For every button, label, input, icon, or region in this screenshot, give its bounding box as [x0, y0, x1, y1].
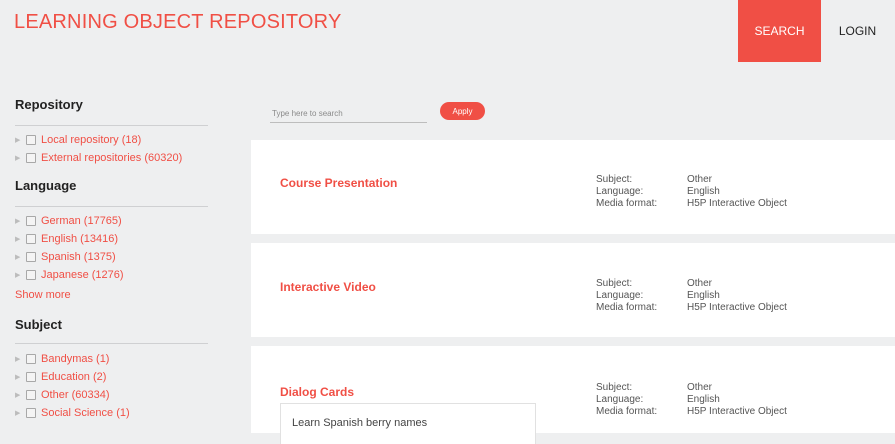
facet-item-label[interactable]: Social Science (1) — [41, 407, 130, 419]
checkbox[interactable] — [26, 354, 36, 364]
result-metadata: Subject: Other Language: English Media f… — [596, 278, 787, 314]
facet-item-label[interactable]: Education (2) — [41, 371, 106, 383]
facet-item-label[interactable]: Other (60334) — [41, 389, 109, 401]
meta-label: Subject: — [596, 278, 633, 289]
search-nav-button[interactable]: SEARCH — [738, 0, 821, 62]
facet-item-bandymas[interactable]: ▶ Bandymas (1) — [15, 351, 109, 367]
facet-item-english[interactable]: ▶ English (13416) — [15, 231, 118, 247]
facet-item-external-repositories[interactable]: ▶ External repositories (60320) — [15, 150, 182, 166]
expand-arrow-icon[interactable]: ▶ — [15, 253, 23, 261]
checkbox[interactable] — [26, 372, 36, 382]
facet-item-social-science[interactable]: ▶ Social Science (1) — [15, 405, 130, 421]
facet-heading-repository: Repository — [15, 97, 83, 112]
checkbox[interactable] — [26, 408, 36, 418]
facet-sidebar: Repository ▶ Local repository (18) ▶ Ext… — [0, 90, 240, 433]
header: LEARNING OBJECT REPOSITORY SEARCH LOGIN — [0, 0, 895, 90]
facet-heading-subject: Subject — [15, 317, 62, 332]
meta-label: Media format: — [596, 198, 658, 209]
facet-item-other[interactable]: ▶ Other (60334) — [15, 387, 109, 403]
facet-item-label[interactable]: German (17765) — [41, 215, 122, 227]
meta-label: Subject: — [596, 174, 633, 185]
facet-item-label[interactable]: External repositories (60320) — [41, 152, 182, 164]
result-metadata: Subject: Other Language: English Media f… — [596, 382, 787, 418]
facet-item-spanish[interactable]: ▶ Spanish (1375) — [15, 249, 116, 265]
expand-arrow-icon[interactable]: ▶ — [15, 373, 23, 381]
facet-item-education[interactable]: ▶ Education (2) — [15, 369, 106, 385]
login-link[interactable]: LOGIN — [830, 0, 885, 62]
expand-arrow-icon[interactable]: ▶ — [15, 271, 23, 279]
facet-item-german[interactable]: ▶ German (17765) — [15, 213, 122, 229]
expand-arrow-icon[interactable]: ▶ — [15, 217, 23, 225]
site-title[interactable]: LEARNING OBJECT REPOSITORY — [14, 11, 342, 34]
meta-value: H5P Interactive Object — [687, 302, 787, 313]
meta-value: Other — [687, 174, 713, 185]
meta-label: Language: — [596, 290, 644, 301]
expand-arrow-icon[interactable]: ▶ — [15, 154, 23, 162]
checkbox[interactable] — [26, 270, 36, 280]
meta-label: Subject: — [596, 382, 633, 393]
meta-label: Language: — [596, 186, 644, 197]
summary-text: Learn Spanish berry names — [292, 417, 428, 429]
facet-item-label[interactable]: English (13416) — [41, 233, 118, 245]
checkbox[interactable] — [26, 234, 36, 244]
meta-value: English — [687, 186, 720, 197]
meta-value: H5P Interactive Object — [687, 198, 787, 209]
apply-button[interactable]: Apply — [440, 102, 485, 120]
facet-item-label[interactable]: Spanish (1375) — [41, 251, 116, 263]
meta-label: Media format: — [596, 302, 658, 313]
result-title[interactable]: Course Presentation — [280, 176, 397, 190]
expand-arrow-icon[interactable]: ▶ — [15, 136, 23, 144]
expand-arrow-icon[interactable]: ▶ — [15, 391, 23, 399]
checkbox[interactable] — [26, 216, 36, 226]
facet-divider — [15, 125, 208, 126]
result-card[interactable]: Course Presentation Subject: Other Langu… — [251, 140, 895, 234]
checkbox[interactable] — [26, 135, 36, 145]
meta-value: English — [687, 394, 720, 405]
facet-item-local-repository[interactable]: ▶ Local repository (18) — [15, 132, 141, 148]
search-input[interactable] — [270, 105, 427, 123]
meta-label: Media format: — [596, 406, 658, 417]
meta-value: Other — [687, 382, 713, 393]
result-card[interactable]: Dialog Cards Subject: Other Language: En… — [251, 346, 895, 444]
facet-item-label[interactable]: Bandymas (1) — [41, 353, 109, 365]
facet-heading-language: Language — [15, 178, 77, 193]
expand-arrow-icon[interactable]: ▶ — [15, 355, 23, 363]
show-more-link[interactable]: Show more — [15, 289, 71, 301]
summary-panel: Learn Spanish berry names — [280, 403, 536, 444]
result-metadata: Subject: Other Language: English Media f… — [596, 174, 787, 210]
meta-value: H5P Interactive Object — [687, 406, 787, 417]
result-title[interactable]: Dialog Cards — [280, 385, 354, 399]
checkbox[interactable] — [26, 252, 36, 262]
facet-item-label[interactable]: Japanese (1276) — [41, 269, 124, 281]
meta-value: English — [687, 290, 720, 301]
facet-item-japanese[interactable]: ▶ Japanese (1276) — [15, 267, 124, 283]
meta-label: Language: — [596, 394, 644, 405]
result-card[interactable]: Interactive Video Subject: Other Languag… — [251, 243, 895, 337]
expand-arrow-icon[interactable]: ▶ — [15, 409, 23, 417]
result-title[interactable]: Interactive Video — [280, 280, 376, 294]
checkbox[interactable] — [26, 153, 36, 163]
expand-arrow-icon[interactable]: ▶ — [15, 235, 23, 243]
checkbox[interactable] — [26, 390, 36, 400]
facet-divider — [15, 343, 208, 344]
facet-item-label[interactable]: Local repository (18) — [41, 134, 141, 146]
meta-value: Other — [687, 278, 713, 289]
facet-divider — [15, 206, 208, 207]
